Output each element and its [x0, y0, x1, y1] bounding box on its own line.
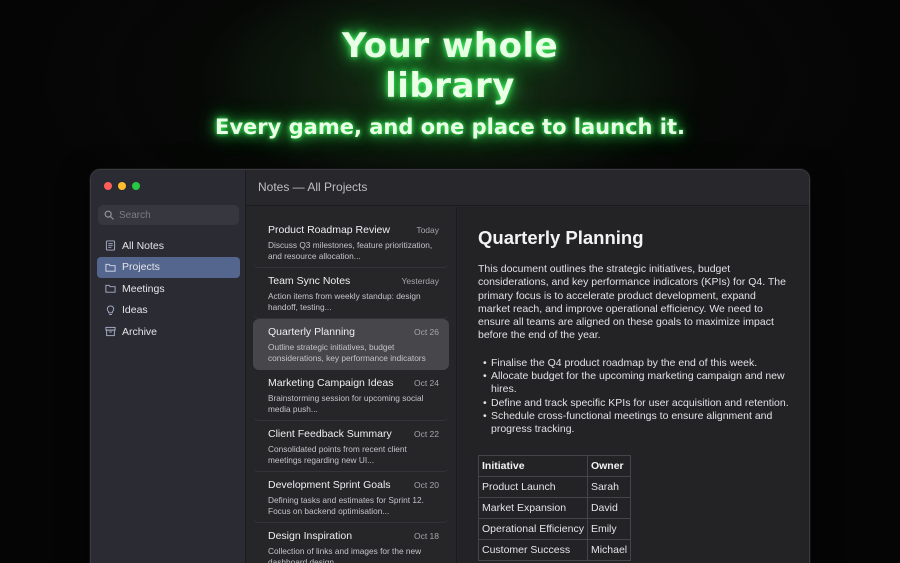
note-title: Design Inspiration	[268, 530, 353, 542]
sidebar-item-label: Meetings	[122, 282, 165, 295]
search-input[interactable]	[119, 209, 234, 221]
bullet-item: Allocate budget for the upcoming marketi…	[483, 370, 789, 397]
document-bullet-list: Finalise the Q4 product roadmap by the e…	[478, 357, 789, 437]
note-title: Client Feedback Summary	[268, 428, 392, 440]
sidebar-item-label: Ideas	[122, 304, 148, 316]
table-cell: David	[586, 496, 632, 519]
lightbulb-icon	[106, 304, 115, 315]
note-title: Marketing Campaign Ideas	[268, 377, 394, 389]
bullet-item: Define and track specific KPIs for user …	[483, 397, 789, 411]
note-title: Quarterly Planning	[268, 326, 355, 338]
table-header-cell: Initiative	[478, 454, 588, 477]
note-preview: Collection of links and images for the n…	[268, 546, 422, 563]
sidebar-item-label: Archive	[122, 325, 158, 338]
note-preview: Brainstorming session for upcoming socia…	[268, 393, 424, 414]
archive-icon	[105, 326, 116, 337]
note-date: Oct 22	[413, 429, 439, 439]
note-list-item[interactable]: Design Inspiration Oct 18 Collection of …	[253, 523, 449, 563]
table-header-row: Initiative Owner	[478, 454, 632, 477]
note-date: Oct 18	[413, 531, 439, 541]
zoom-window-button[interactable]	[132, 182, 140, 190]
document-body: This document outlines the strategic ini…	[478, 263, 786, 342]
note-editor[interactable]: Quarterly Planning This document outline…	[458, 207, 809, 563]
note-preview: Outline strategic initiatives, budget co…	[268, 342, 426, 363]
hero-title-line-2: library	[385, 66, 515, 106]
hero-title: Your whole library	[0, 26, 900, 106]
window-titlebar: Notes — All Projects	[246, 170, 809, 206]
note-list-item-selected[interactable]: Quarterly Planning Oct 26 Outline strate…	[253, 319, 449, 370]
table-cell: Product Launch	[478, 475, 588, 498]
folder-icon	[105, 263, 116, 272]
table-row: Market Expansion David	[478, 496, 632, 519]
sidebar-item-projects[interactable]: Projects	[97, 256, 240, 278]
table-row: Customer Success Michael	[478, 538, 632, 561]
note-title: Product Roadmap Review	[268, 224, 390, 236]
note-list-item[interactable]: Product Roadmap Review Today Discuss Q3 …	[253, 217, 449, 268]
note-preview: Discuss Q3 milestones, feature prioritiz…	[268, 240, 433, 261]
window-title: Notes — All Projects	[258, 180, 368, 194]
sidebar-item-meetings[interactable]: Meetings	[97, 278, 240, 299]
search-box[interactable]	[98, 205, 239, 225]
search-icon	[104, 210, 114, 220]
minimize-window-button[interactable]	[118, 182, 126, 190]
table-cell: Customer Success	[478, 538, 588, 561]
table-cell: Operational Efficiency	[478, 517, 588, 540]
sidebar-item-all-notes[interactable]: All Notes	[97, 235, 240, 256]
table-cell: Michael	[586, 538, 632, 561]
notes-app-window: All Notes Projects Meetings Ideas	[90, 169, 810, 563]
note-title: Development Sprint Goals	[268, 479, 391, 491]
note-list-item[interactable]: Development Sprint Goals Oct 20 Defining…	[253, 472, 449, 523]
note-list-item[interactable]: Marketing Campaign Ideas Oct 24 Brainsto…	[253, 370, 449, 421]
document-title: Quarterly Planning	[478, 227, 644, 248]
table-header-cell: Owner	[586, 454, 632, 477]
table-cell: Market Expansion	[478, 496, 588, 519]
note-preview: Action items from weekly standup: design…	[268, 291, 421, 312]
note-date: Oct 20	[413, 480, 439, 490]
sidebar-item-label: Projects	[122, 261, 160, 273]
bullet-item: Schedule cross-functional meetings to en…	[483, 410, 789, 437]
sidebar-item-label: All Notes	[122, 239, 165, 252]
close-window-button[interactable]	[104, 182, 112, 190]
hero-banner: Your whole library Every game, and one p…	[0, 26, 900, 140]
note-list-item[interactable]: Team Sync Notes Yesterday Action items f…	[253, 268, 449, 319]
note-date: Oct 24	[413, 378, 439, 388]
sidebar-item-ideas[interactable]: Ideas	[97, 300, 240, 321]
note-preview: Consolidated points from recent client m…	[268, 444, 407, 465]
note-date: Yesterday	[401, 276, 440, 286]
notes-list: Product Roadmap Review Today Discuss Q3 …	[246, 207, 457, 563]
note-title: Team Sync Notes	[268, 275, 351, 287]
sidebar-nav: All Notes Projects Meetings Ideas Archiv…	[97, 235, 240, 343]
bullet-item: Finalise the Q4 product roadmap by the e…	[483, 357, 789, 371]
note-date: Today	[416, 225, 439, 235]
note-list-item[interactable]: Client Feedback Summary Oct 22 Consolida…	[253, 421, 449, 472]
sidebar-item-archive[interactable]: Archive	[97, 321, 240, 342]
window-controls	[104, 182, 140, 190]
note-preview: Defining tasks and estimates for Sprint …	[268, 495, 424, 516]
table-row: Product Launch Sarah	[478, 475, 632, 498]
notes-icon	[105, 240, 116, 251]
initiatives-table: Initiative Owner Product Launch Sarah Ma…	[478, 454, 632, 561]
hero-title-line-1: Your whole	[341, 26, 559, 66]
hero-subtitle: Every game, and one place to launch it.	[214, 115, 686, 139]
table-cell: Sarah	[586, 475, 632, 498]
table-cell: Emily	[586, 517, 632, 540]
sidebar: All Notes Projects Meetings Ideas	[91, 170, 246, 563]
table-row: Operational Efficiency Emily	[478, 517, 632, 540]
folder-icon	[105, 284, 116, 293]
note-date: Oct 26	[413, 327, 439, 337]
